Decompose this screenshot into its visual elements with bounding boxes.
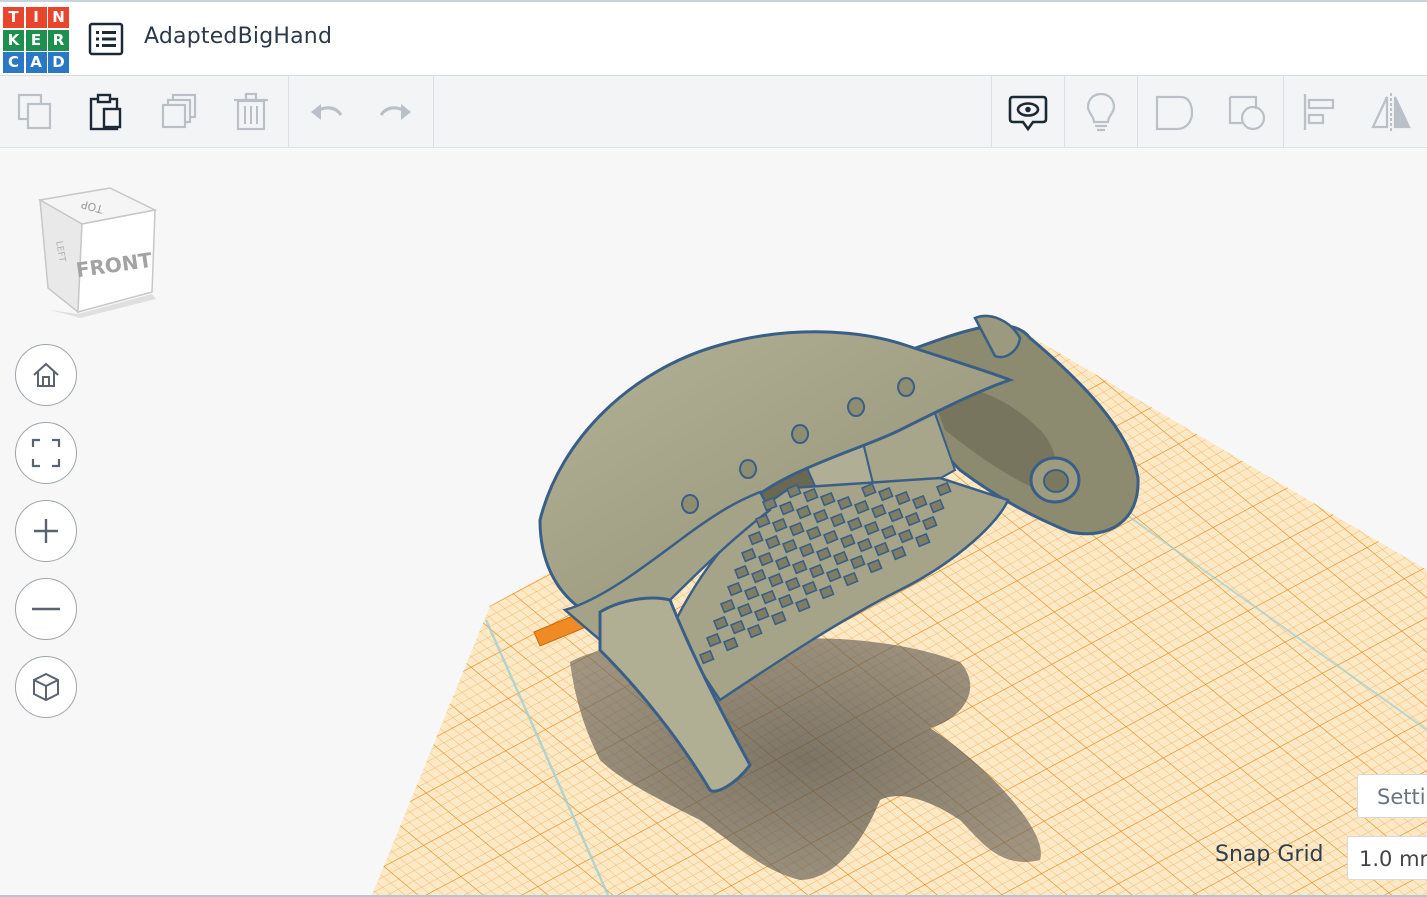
ortho-view-button[interactable] xyxy=(15,656,77,718)
logo-letter: T xyxy=(3,7,24,28)
cube-icon xyxy=(33,672,59,702)
logo-letter: R xyxy=(48,29,69,51)
align-icon xyxy=(1303,94,1335,130)
paste-button[interactable] xyxy=(70,76,142,148)
logo-letter: A xyxy=(25,52,47,73)
logo-letter: D xyxy=(48,52,69,73)
top-bar: TIN KER CAD AdaptedBigHand xyxy=(0,0,1427,76)
notes-button[interactable] xyxy=(992,76,1064,148)
lightbulb-icon xyxy=(1086,92,1116,132)
mirror-icon xyxy=(1371,93,1411,131)
logo-letter: E xyxy=(25,29,47,51)
ungroup-icon xyxy=(1228,95,1266,131)
copy-icon xyxy=(17,93,52,130)
undo-icon xyxy=(311,104,343,120)
zoom-out-button[interactable] xyxy=(15,578,77,640)
zoom-in-button[interactable] xyxy=(15,500,77,562)
design-title[interactable]: AdaptedBigHand xyxy=(144,24,332,49)
logo-letter: N xyxy=(48,7,69,28)
delete-button[interactable] xyxy=(215,76,287,148)
group-button[interactable] xyxy=(1138,76,1210,148)
undo-button[interactable] xyxy=(290,76,362,148)
duplicate-button[interactable] xyxy=(144,76,216,148)
mirror-button[interactable] xyxy=(1355,76,1427,148)
toolbar-divider xyxy=(433,76,434,148)
view-cube[interactable]: TOP FRONT LEFT xyxy=(37,187,158,318)
redo-icon xyxy=(379,104,411,120)
redo-button[interactable] xyxy=(360,76,432,148)
toolbar-divider xyxy=(288,76,289,148)
design-menu-button[interactable] xyxy=(88,22,124,56)
speech-eye-icon xyxy=(1008,95,1048,132)
home-view-button[interactable] xyxy=(15,344,77,406)
home-icon xyxy=(33,362,59,387)
snap-grid-select[interactable]: 1.0 mr xyxy=(1347,836,1427,880)
3d-viewport[interactable]: TOP FRONT LEFT xyxy=(0,149,1427,895)
settings-button[interactable]: Setti xyxy=(1357,774,1427,818)
show-all-button[interactable] xyxy=(1065,76,1137,148)
ungroup-button[interactable] xyxy=(1211,76,1283,148)
fit-icon xyxy=(31,438,61,468)
workplane-scene[interactable]: TOP FRONT LEFT xyxy=(0,149,1427,895)
list-icon xyxy=(88,22,124,56)
logo-letter: I xyxy=(25,7,47,28)
fit-view-button[interactable] xyxy=(15,422,77,484)
edit-toolbar xyxy=(0,76,1427,148)
tinkercad-logo[interactable]: TIN KER CAD xyxy=(3,7,69,73)
logo-letter: K xyxy=(3,29,24,51)
snap-grid-label: Snap Grid xyxy=(1215,842,1324,867)
align-button[interactable] xyxy=(1284,76,1356,148)
duplicate-icon xyxy=(161,93,197,129)
plus-icon xyxy=(34,519,58,543)
logo-letter: C xyxy=(3,52,24,73)
minus-icon xyxy=(32,607,60,611)
copy-button[interactable] xyxy=(0,76,72,148)
group-icon xyxy=(1155,95,1194,131)
trash-icon xyxy=(234,92,268,131)
clipboard-icon xyxy=(89,93,122,131)
